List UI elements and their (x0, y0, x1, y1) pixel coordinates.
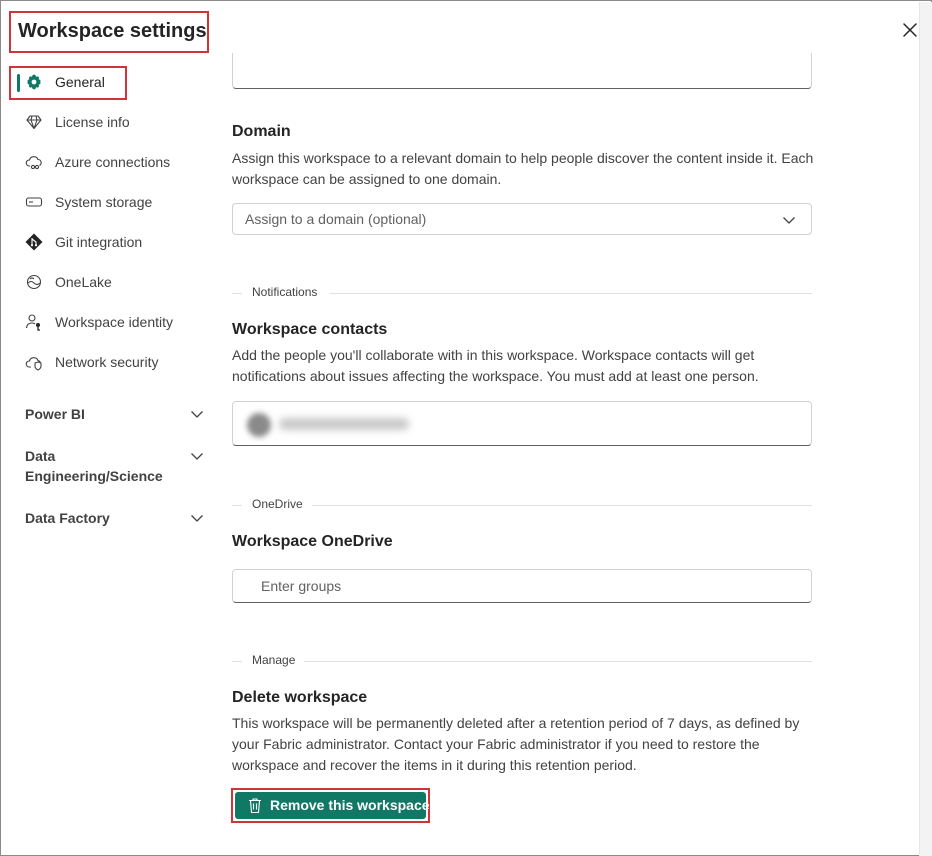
workspace-settings-dialog: Workspace settings General License info (0, 0, 932, 856)
onedrive-groups-input[interactable]: Enter groups (232, 569, 812, 603)
onelake-icon (25, 273, 43, 291)
section-label: Notifications (252, 285, 318, 299)
trash-icon (249, 798, 261, 814)
sidebar-item-label: Git integration (55, 234, 143, 250)
sidebar-item-workspace-identity[interactable]: Workspace identity (15, 305, 215, 339)
sidebar-item-license-info[interactable]: License info (15, 105, 215, 139)
remove-workspace-button[interactable]: Remove this workspace (235, 792, 430, 819)
diamond-icon (25, 113, 43, 131)
workspace-contacts-picker[interactable] (232, 401, 812, 446)
workspace-onedrive-heading: Workspace OneDrive (232, 533, 393, 550)
scrollbar[interactable] (919, 2, 932, 856)
sidebar-item-git-integration[interactable]: Git integration (15, 225, 215, 259)
git-icon (25, 233, 43, 251)
section-label: OneDrive (252, 497, 303, 511)
workspace-contacts-description: Add the people you'll collaborate with i… (232, 347, 759, 384)
domain-dropdown[interactable]: Assign to a domain (optional) (232, 203, 812, 235)
sidebar-item-label: Network security (55, 354, 159, 370)
sidebar-item-label: Azure connections (55, 154, 171, 170)
chevron-down-icon (191, 411, 203, 418)
section-divider-notifications: Notifications (232, 284, 812, 304)
sidebar-item-system-storage[interactable]: System storage (15, 185, 215, 219)
cloud-shield-icon (25, 353, 43, 371)
sidebar-item-label: License info (55, 114, 130, 130)
input-placeholder: Enter groups (261, 578, 342, 594)
remove-workspace-label: Remove this workspace (270, 797, 430, 813)
section-divider-manage: Manage (232, 652, 812, 672)
group-label: Data Factory (25, 510, 110, 526)
dialog-title: Workspace settings (18, 20, 207, 42)
domain-heading: Domain (232, 123, 291, 140)
workspace-description-field[interactable] (232, 53, 812, 89)
highlight-box: Remove this workspace (231, 788, 430, 823)
sidebar-item-general[interactable]: General (9, 65, 215, 100)
sidebar-item-label: OneLake (55, 274, 112, 290)
section-label: Manage (252, 653, 296, 667)
chevron-down-icon (191, 515, 203, 522)
contact-name-redacted (279, 418, 409, 430)
workspace-contacts-heading: Workspace contacts (232, 321, 388, 338)
chevron-down-icon (783, 217, 795, 224)
sidebar-group-power-bi[interactable]: Power BI (25, 404, 205, 424)
sidebar-group-data-engineering-science[interactable]: Data Engineering/Science (25, 446, 205, 486)
sidebar-group-data-factory[interactable]: Data Factory (25, 508, 205, 528)
delete-workspace-description: This workspace will be permanently delet… (232, 715, 800, 773)
chevron-down-icon (191, 453, 203, 460)
group-label: Power BI (25, 406, 85, 422)
sidebar-item-label: Workspace identity (55, 314, 174, 330)
domain-dropdown-value: Assign to a domain (optional) (245, 211, 427, 227)
section-divider-onedrive: OneDrive (232, 496, 812, 516)
group-label: Data Engineering/Science (25, 448, 163, 484)
sidebar-item-label: System storage (55, 194, 153, 210)
sidebar-item-label: General (55, 74, 105, 90)
sidebar-item-azure-connections[interactable]: Azure connections (15, 145, 215, 179)
person-key-icon (25, 313, 43, 331)
active-indicator (17, 74, 20, 92)
sidebar-item-network-security[interactable]: Network security (15, 345, 215, 379)
cloud-link-icon (25, 153, 43, 171)
delete-workspace-heading: Delete workspace (232, 689, 368, 706)
storage-icon (25, 193, 43, 211)
avatar (247, 413, 271, 437)
domain-description: Assign this workspace to a relevant doma… (232, 150, 814, 187)
dialog-title-box: Workspace settings (9, 11, 209, 53)
gear-icon (25, 73, 43, 91)
sidebar-item-onelake[interactable]: OneLake (15, 265, 215, 299)
close-icon[interactable] (899, 19, 921, 41)
